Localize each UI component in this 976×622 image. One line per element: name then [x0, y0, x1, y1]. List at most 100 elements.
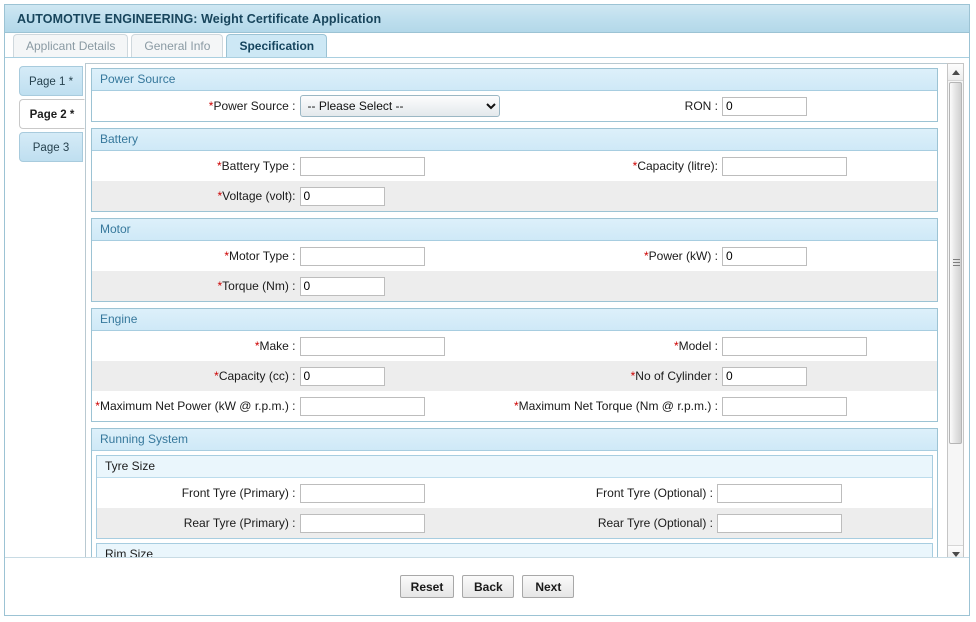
cell-engine-max-net-power: *Maximum Net Power (kW @ r.p.m.) :: [92, 396, 515, 416]
panel-header-power-source: Power Source: [92, 69, 937, 91]
panel-motor: Motor *Motor Type : *Power (kW) : 0 *Tor…: [91, 218, 938, 302]
page-tab-3[interactable]: Page 3: [19, 132, 83, 162]
cell-engine-max-net-torque: *Maximum Net Torque (Nm @ r.p.m.) :: [513, 396, 938, 416]
field-front-tyre-primary: [299, 483, 515, 503]
row-engine-max-net: *Maximum Net Power (kW @ r.p.m.) : *Maxi…: [92, 391, 937, 421]
label-motor-type: *Motor Type :: [224, 249, 296, 263]
window-title-bar: AUTOMOTIVE ENGINEERING: Weight Certifica…: [5, 5, 969, 33]
cell-rear-tyre-primary: Rear Tyre (Primary) :: [97, 513, 515, 533]
page-tab-list: Page 1 * Page 2 * Page 3: [19, 66, 85, 165]
row-power-source: *Power Source : -- Please Select -- RON …: [92, 91, 937, 121]
label-motor-torque: *Torque (Nm) :: [217, 279, 296, 293]
tab-general-info[interactable]: General Info: [131, 34, 224, 57]
label-engine-make: *Make :: [254, 339, 296, 353]
next-button[interactable]: Next: [522, 575, 575, 598]
engine-capacity-input[interactable]: [299, 366, 385, 386]
battery-voltage-input[interactable]: [299, 186, 385, 206]
rear-tyre-primary-input[interactable]: [299, 513, 425, 533]
panel-header-engine: Engine: [92, 309, 937, 331]
vertical-scrollbar[interactable]: [947, 63, 964, 563]
field-engine-max-net-torque: [722, 396, 937, 416]
cell-front-tyre-optional: Front Tyre (Optional) :: [515, 483, 933, 503]
cell-battery-capacity: *Capacity (litre):: [515, 156, 938, 176]
motor-power-input[interactable]: [722, 246, 807, 266]
panel-header-motor: Motor: [92, 219, 937, 241]
power-source-select[interactable]: -- Please Select --: [299, 95, 500, 117]
engine-max-net-power-input[interactable]: [299, 396, 425, 416]
application-window: AUTOMOTIVE ENGINEERING: Weight Certifica…: [4, 4, 970, 616]
cell-motor-type: *Motor Type :: [92, 246, 515, 266]
panel-running-system: Running System Tyre Size Front Tyre (Pri…: [91, 428, 938, 562]
tab-specification[interactable]: Specification: [226, 34, 328, 57]
ron-input[interactable]: [722, 96, 807, 116]
field-rear-tyre-optional: [717, 513, 932, 533]
row-motor-type: *Motor Type : *Power (kW) :: [92, 241, 937, 271]
cell-power-source: *Power Source : -- Please Select --: [92, 95, 515, 117]
field-battery-type: [299, 156, 515, 176]
row-motor-torque: *Torque (Nm) :: [92, 271, 937, 301]
form-body: Page 1 * Page 2 * Page 3 Power Source *P…: [5, 58, 969, 580]
field-power-source: -- Please Select --: [299, 95, 515, 117]
label-engine-max-net-torque: *Maximum Net Torque (Nm @ r.p.m.) :: [513, 399, 718, 413]
engine-make-input[interactable]: [299, 336, 445, 356]
rear-tyre-optional-input[interactable]: [717, 513, 842, 533]
panel-battery: Battery *Battery Type : *Capacity (litre…: [91, 128, 938, 212]
page-tab-1[interactable]: Page 1 *: [19, 66, 83, 96]
field-battery-capacity: [722, 156, 937, 176]
battery-capacity-input[interactable]: [722, 156, 847, 176]
subpanel-header-tyre-size: Tyre Size: [97, 456, 932, 478]
tab-applicant-details[interactable]: Applicant Details: [13, 34, 129, 57]
row-battery-type: *Battery Type : *Capacity (litre):: [92, 151, 937, 181]
label-front-tyre-optional: Front Tyre (Optional) :: [595, 486, 713, 500]
engine-cylinder-input[interactable]: [722, 366, 807, 386]
cell-engine-model: *Model :: [515, 336, 938, 356]
label-engine-max-net-power: *Maximum Net Power (kW @ r.p.m.) :: [95, 399, 296, 413]
form-scroll-content: Power Source *Power Source : -- Please S…: [86, 64, 944, 562]
field-motor-power: [722, 246, 937, 266]
subpanel-tyre-size: Tyre Size Front Tyre (Primary) : Front T…: [96, 455, 933, 539]
label-engine-model: *Model :: [673, 339, 718, 353]
label-rear-tyre-optional: Rear Tyre (Optional) :: [597, 516, 713, 530]
page-tab-2[interactable]: Page 2 *: [19, 99, 85, 129]
back-button[interactable]: Back: [462, 575, 515, 598]
battery-type-input[interactable]: [299, 156, 425, 176]
label-engine-cylinder: *No of Cylinder :: [630, 369, 718, 383]
row-rear-tyre: Rear Tyre (Primary) : Rear Tyre (Optiona…: [97, 508, 932, 538]
field-motor-type: [299, 246, 515, 266]
cell-ron: RON :: [515, 96, 938, 116]
main-tab-strip: Applicant Details General Info Specifica…: [5, 33, 969, 58]
cell-motor-torque: *Torque (Nm) :: [92, 276, 515, 296]
front-tyre-primary-input[interactable]: [299, 483, 425, 503]
scrollbar-thumb[interactable]: [949, 82, 962, 444]
row-engine-make: *Make : *Model :: [92, 331, 937, 361]
page-title: AUTOMOTIVE ENGINEERING: Weight Certifica…: [17, 11, 382, 26]
label-battery-type: *Battery Type :: [217, 159, 296, 173]
field-ron: [722, 96, 937, 116]
cell-battery-voltage: *Voltage (volt):: [92, 186, 515, 206]
label-motor-power: *Power (kW) :: [643, 249, 718, 263]
motor-torque-input[interactable]: [299, 276, 385, 296]
label-engine-capacity: *Capacity (cc) :: [214, 369, 296, 383]
engine-max-net-torque-input[interactable]: [722, 396, 847, 416]
cell-rear-tyre-optional: Rear Tyre (Optional) :: [515, 513, 933, 533]
panel-engine: Engine *Make : *Model : *Capacity (cc):…: [91, 308, 938, 422]
chevron-down-icon: [951, 551, 960, 557]
cell-engine-cylinder: *No of Cylinder :: [515, 366, 938, 386]
scroll-up-button[interactable]: [948, 64, 963, 81]
footer-button-bar: Reset Back Next: [5, 557, 969, 615]
motor-type-input[interactable]: [299, 246, 425, 266]
row-battery-voltage: *Voltage (volt):: [92, 181, 937, 211]
label-power-source: *Power Source :: [208, 99, 296, 113]
cell-engine-capacity: *Capacity (cc) :: [92, 366, 515, 386]
reset-button[interactable]: Reset: [399, 575, 455, 598]
row-engine-capacity: *Capacity (cc) : *No of Cylinder :: [92, 361, 937, 391]
chevron-up-icon: [951, 69, 960, 75]
panel-header-running-system: Running System: [92, 429, 937, 451]
front-tyre-optional-input[interactable]: [717, 483, 842, 503]
label-battery-capacity: *Capacity (litre):: [632, 159, 718, 173]
engine-model-input[interactable]: [722, 336, 867, 356]
field-front-tyre-optional: [717, 483, 932, 503]
cell-battery-type: *Battery Type :: [92, 156, 515, 176]
field-engine-cylinder: [722, 366, 937, 386]
field-engine-max-net-power: [299, 396, 515, 416]
